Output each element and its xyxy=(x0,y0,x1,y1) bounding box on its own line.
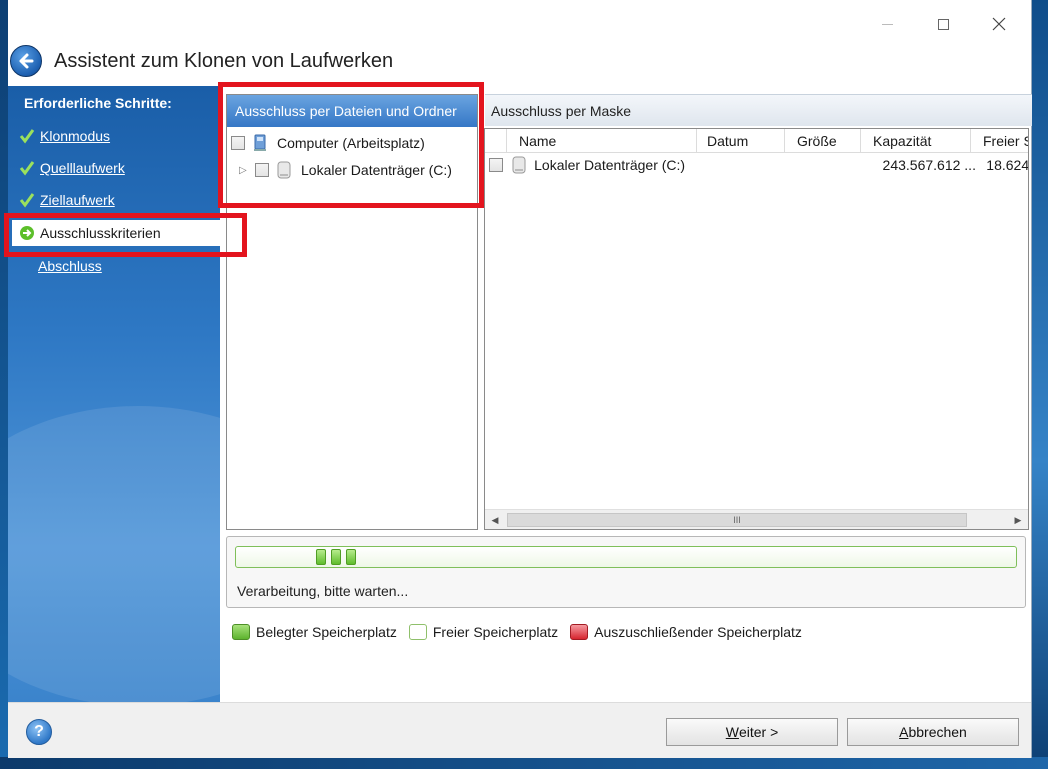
close-icon xyxy=(992,17,1006,31)
progress-status-text: Verarbeitung, bitte warten... xyxy=(237,583,409,599)
progress-box: Verarbeitung, bitte warten... xyxy=(226,536,1026,608)
next-button[interactable]: Weiter > xyxy=(666,718,838,746)
back-button[interactable] xyxy=(10,45,42,77)
column-headers: Name Datum Größe Kapazität Freier S xyxy=(485,129,1028,153)
free-space-swatch-icon xyxy=(408,624,427,640)
used-space-swatch-icon xyxy=(232,624,250,640)
cell-freier-speicher: 18.624.3 xyxy=(986,157,1029,173)
column-header-groesse[interactable]: Größe xyxy=(785,129,861,153)
cancel-button-label: bbrechen xyxy=(908,724,967,740)
minimize-button[interactable] xyxy=(864,10,910,38)
sidebar-item-label: Klonmodus xyxy=(40,128,111,144)
cell-kapazitaet: 243.567.612 ... xyxy=(882,157,976,173)
cell-name: Lokaler Datenträger (C:) xyxy=(534,157,686,173)
checkmark-icon xyxy=(16,125,38,147)
next-button-accelerator: W xyxy=(725,724,739,740)
cancel-button[interactable]: Abbrechen xyxy=(847,718,1019,746)
legend-excluded: Auszuschließender Speicherplatz xyxy=(570,624,802,640)
column-header-datum[interactable]: Datum xyxy=(697,129,785,153)
drive-icon xyxy=(275,161,293,179)
progress-segment xyxy=(331,549,341,565)
legend-label: Freier Speicherplatz xyxy=(432,624,559,640)
page-title: Assistent zum Klonen von Laufwerken xyxy=(54,50,394,72)
scrollbar-thumb[interactable]: III xyxy=(507,513,967,527)
steps-heading: Erforderliche Schritte: xyxy=(24,95,172,111)
drive-icon xyxy=(511,156,529,174)
disk-space-legend: Belegter Speicherplatz Freier Speicherpl… xyxy=(232,622,814,642)
tree-item-label: Computer (Arbeitsplatz) xyxy=(277,135,425,151)
clone-wizard-window: Assistent zum Klonen von Laufwerken Erfo… xyxy=(4,0,1032,758)
sidebar-item-label: Quelllaufwerk xyxy=(40,160,125,176)
maximize-button[interactable] xyxy=(920,10,966,38)
tree-item-local-disk[interactable]: ▷ Lokaler Datenträger (C:) xyxy=(239,158,452,182)
sidebar-item-abschluss[interactable]: Abschluss xyxy=(16,253,220,279)
tree-item-computer[interactable]: Computer (Arbeitsplatz) xyxy=(231,131,425,155)
steps-sidebar: Erforderliche Schritte: Klonmodus Quelll… xyxy=(8,86,220,702)
column-header-name[interactable]: Name xyxy=(507,129,697,153)
checkbox[interactable] xyxy=(231,136,245,150)
arrow-left-icon xyxy=(19,53,34,69)
progress-bar xyxy=(235,546,1017,568)
wizard-header: Assistent zum Klonen von Laufwerken xyxy=(8,42,1031,86)
progress-segment xyxy=(346,549,356,565)
expand-triangle-icon[interactable]: ▷ xyxy=(239,165,251,176)
horizontal-scrollbar[interactable]: ◀ III ▶ xyxy=(485,509,1028,529)
file-list-panel: Name Datum Größe Kapazität Freier S Loka… xyxy=(484,128,1029,530)
legend-label: Auszuschließender Speicherplatz xyxy=(594,624,802,640)
desktop-background-left xyxy=(0,0,8,769)
sidebar-item-ausschlusskriterien[interactable]: Ausschlusskriterien xyxy=(12,220,220,246)
sidebar-item-label: Ausschlusskriterien xyxy=(40,225,161,241)
cancel-button-accelerator: A xyxy=(899,724,909,740)
excluded-space-swatch-icon xyxy=(570,624,589,640)
checkbox[interactable] xyxy=(488,158,503,172)
sidebar-item-label: Ziellaufwerk xyxy=(40,192,115,208)
column-header-kapazitaet[interactable]: Kapazität xyxy=(861,129,971,153)
column-header-freier[interactable]: Freier S xyxy=(971,129,1028,153)
table-row[interactable]: Lokaler Datenträger (C:) 243.567.612 ...… xyxy=(485,153,1029,177)
bottom-button-bar: ? Weiter > Abbrechen xyxy=(8,702,1031,758)
scroll-left-icon[interactable]: ◀ xyxy=(487,513,503,527)
close-button[interactable] xyxy=(976,10,1022,38)
folder-tree-panel: Ausschluss per Dateien und Ordner Comput… xyxy=(226,94,478,530)
legend-used: Belegter Speicherplatz xyxy=(232,624,397,640)
checkbox[interactable] xyxy=(255,163,269,177)
sidebar-item-quelllaufwerk[interactable]: Quelllaufwerk xyxy=(16,155,220,181)
tab-exclude-by-mask[interactable]: Ausschluss per Maske xyxy=(485,94,1032,126)
tab-exclude-files-folders[interactable]: Ausschluss per Dateien und Ordner xyxy=(227,95,477,127)
arrow-right-icon xyxy=(16,222,38,244)
sidebar-item-label: Abschluss xyxy=(38,258,102,274)
progress-segment xyxy=(316,549,326,565)
tree-item-label: Lokaler Datenträger (C:) xyxy=(301,162,452,178)
legend-free: Freier Speicherplatz xyxy=(408,624,559,640)
desktop-background-right xyxy=(1032,0,1048,769)
help-icon[interactable]: ? xyxy=(26,719,52,745)
scroll-right-icon[interactable]: ▶ xyxy=(1010,513,1026,527)
sidebar-item-ziellaufwerk[interactable]: Ziellaufwerk xyxy=(16,187,220,213)
checkmark-icon xyxy=(16,189,38,211)
legend-label: Belegter Speicherplatz xyxy=(256,624,397,640)
checkmark-icon xyxy=(16,157,38,179)
sidebar-item-klonmodus[interactable]: Klonmodus xyxy=(16,123,220,149)
title-bar xyxy=(8,0,1031,42)
desktop-background-bottom xyxy=(0,757,1048,769)
maximize-icon xyxy=(937,18,949,30)
minimize-icon xyxy=(881,23,893,25)
column-header-check xyxy=(485,129,507,153)
next-button-label: eiter > xyxy=(738,724,779,740)
computer-icon xyxy=(251,134,269,152)
